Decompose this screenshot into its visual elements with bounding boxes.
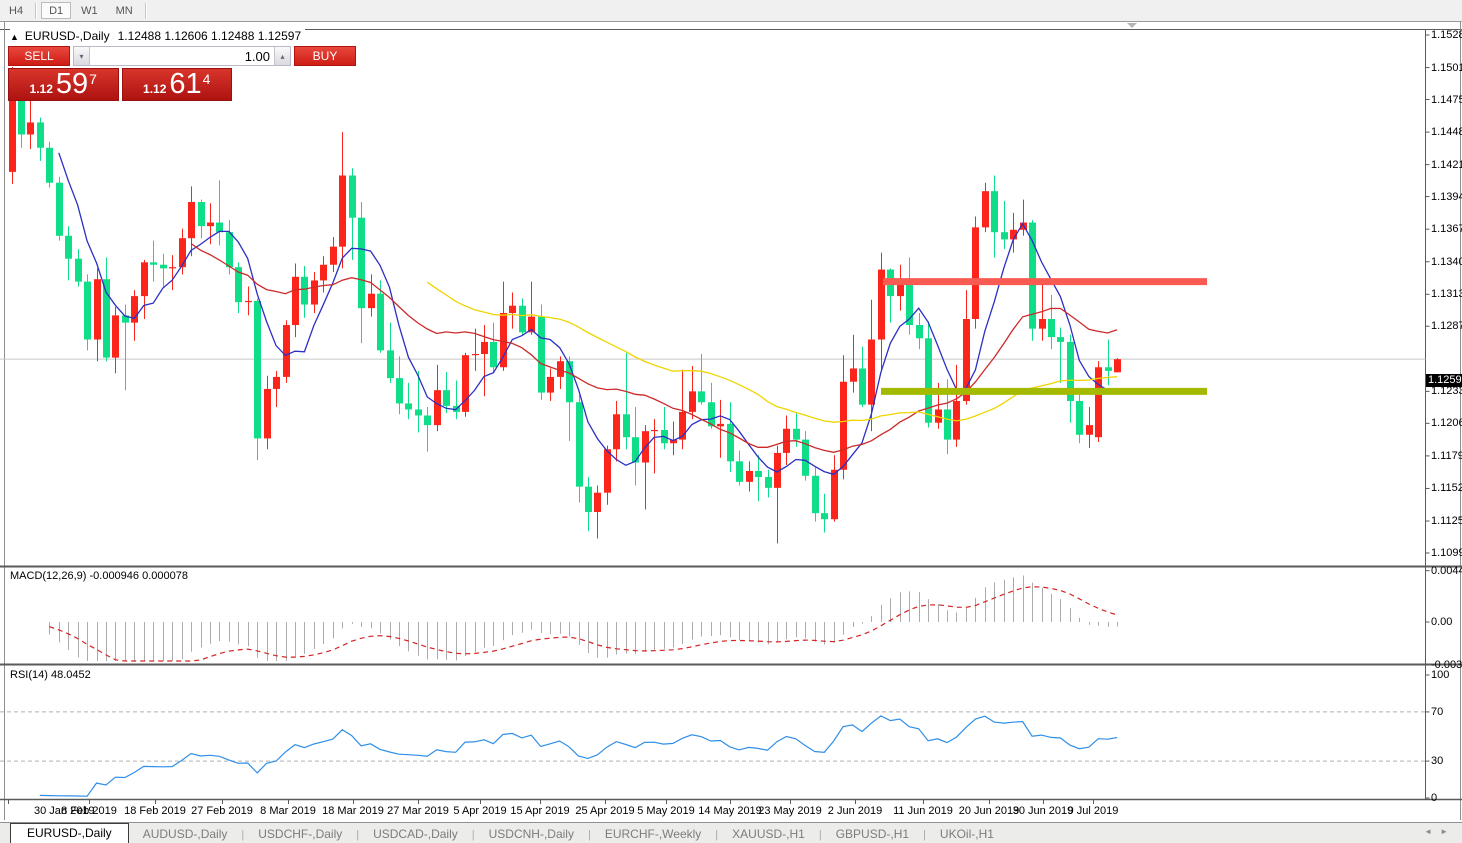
price-tick-label: 1.13675 — [1431, 223, 1462, 235]
tab-scroll-arrows: ◄► — [1424, 827, 1456, 836]
tab-usdcad-daily[interactable]: USDCAD-,Daily — [359, 825, 472, 843]
collapse-triangle-icon[interactable]: ▲ — [10, 32, 19, 42]
volume-increase-button[interactable]: ▴ — [274, 47, 290, 65]
sell-price-panel[interactable]: 1.12 59 7 — [8, 68, 119, 101]
timeframe-button-w1[interactable]: W1 — [73, 2, 106, 19]
tab-scroll-left-icon[interactable]: ◄ — [1424, 827, 1440, 836]
rsi-tick-label: 70 — [1431, 706, 1443, 718]
sell-button[interactable]: SELL — [8, 46, 70, 66]
chart-title: ▲ EURUSD-,Daily 1.12488 1.12606 1.12488 1.… — [10, 29, 305, 43]
volume-input[interactable] — [90, 47, 274, 65]
tab-usdcnh-daily[interactable]: USDCNH-,Daily — [475, 825, 588, 843]
buy-price-panel[interactable]: 1.12 61 4 — [122, 68, 233, 101]
rsi-value: 48.0452 — [51, 669, 91, 681]
date-tick-label: 27 Feb 2019 — [191, 805, 253, 817]
tab-ukoil-h1[interactable]: UKOil-,H1 — [926, 825, 1008, 843]
toolbar-separator — [145, 3, 147, 19]
rsi-tick-label: 100 — [1431, 669, 1449, 681]
date-tick-label: 23 May 2019 — [758, 805, 822, 817]
date-tick-label: 5 May 2019 — [637, 805, 694, 817]
timeframe-button-d1[interactable]: D1 — [41, 2, 71, 19]
trade-prices-row: 1.12 59 7 1.12 61 4 — [8, 68, 232, 101]
price-tick-label: 1.12870 — [1431, 320, 1462, 332]
date-tick-label: 18 Mar 2019 — [322, 805, 384, 817]
chart-ohlc-values: 1.12488 1.12606 1.12488 1.12597 — [118, 29, 302, 43]
date-tick-label: 25 Apr 2019 — [575, 805, 634, 817]
timeframe-toolbar: H4 D1W1MN — [0, 0, 1462, 22]
sell-price-prefix: 1.12 — [30, 82, 53, 96]
date-tick-label: 15 Apr 2019 — [510, 805, 569, 817]
price-tick-label: 1.15285 — [1431, 29, 1462, 41]
chart-window: ▲ EURUSD-,Daily 1.12488 1.12606 1.12488 1.… — [0, 22, 1462, 821]
price-tick-label: 1.12065 — [1431, 417, 1462, 429]
date-tick-label: 20 Jun 2019 — [959, 805, 1020, 817]
buy-price-prefix: 1.12 — [143, 82, 166, 96]
date-tick-label: 2 Jun 2019 — [828, 805, 882, 817]
tab-gbpusd-h1[interactable]: GBPUSD-,H1 — [822, 825, 923, 843]
chart-symbol-label: EURUSD-,Daily — [25, 29, 110, 43]
buy-price-pip: 4 — [203, 71, 211, 87]
price-tick-label: 1.10990 — [1431, 547, 1462, 559]
macd-tick-label: 0.00 — [1431, 616, 1452, 628]
buy-price-big: 61 — [169, 68, 201, 101]
date-tick-label: 8 Mar 2019 — [260, 805, 316, 817]
macd-tick-label: 0.004465 — [1431, 565, 1462, 577]
chart-canvas[interactable] — [0, 22, 1462, 821]
one-click-trading-panel: SELL ▾ ▴ BUY 1.12 59 7 1.12 61 4 — [8, 46, 232, 101]
price-tick-label: 1.11255 — [1431, 515, 1462, 527]
rsi-header: RSI(14) 48.0452 — [10, 669, 91, 681]
price-tick-label: 1.13135 — [1431, 288, 1462, 300]
date-tick-label: 18 Feb 2019 — [124, 805, 186, 817]
price-tick-label: 1.11795 — [1431, 450, 1462, 462]
price-tick-label: 1.15015 — [1431, 62, 1462, 74]
chart-tab-bar: EURUSD-,DailyAUDUSD-,Daily|USDCHF-,Daily… — [0, 822, 1462, 843]
date-tick-label: 30 Jun 2019 — [1013, 805, 1074, 817]
tab-audusd-daily[interactable]: AUDUSD-,Daily — [129, 825, 242, 843]
volume-decrease-button[interactable]: ▾ — [74, 47, 90, 65]
price-tick-label: 1.13405 — [1431, 256, 1462, 268]
date-tick-label: 14 May 2019 — [698, 805, 762, 817]
macd-header: MACD(12,26,9) -0.000946 0.000078 — [10, 570, 188, 582]
timeframe-button-mn[interactable]: MN — [108, 2, 141, 19]
date-tick-label: 8 Feb 2019 — [61, 805, 117, 817]
macd-values: -0.000946 0.000078 — [89, 570, 187, 582]
mt4-window: H4 D1W1MN ▲ EURUSD-,Daily 1.12488 1.12606 1… — [0, 0, 1462, 843]
date-tick-label: 9 Jul 2019 — [1068, 805, 1119, 817]
timeframe-button-h4[interactable]: H4 — [1, 2, 31, 19]
tab-eurchf-weekly[interactable]: EURCHF-,Weekly — [591, 825, 715, 843]
rsi-tick-label: 30 — [1431, 755, 1443, 767]
date-tick-label: 5 Apr 2019 — [453, 805, 506, 817]
price-tick-label: 1.14750 — [1431, 94, 1462, 106]
volume-stepper: ▾ ▴ — [73, 46, 291, 66]
sell-price-pip: 7 — [89, 71, 97, 87]
current-price-badge: 1.12597 — [1426, 374, 1462, 387]
trade-buttons-row: SELL ▾ ▴ BUY — [8, 46, 232, 66]
price-tick-label: 1.14480 — [1431, 126, 1462, 138]
toolbar-separator — [35, 3, 37, 19]
rsi-tick-label: 0 — [1431, 792, 1437, 804]
tab-xauusd-h1[interactable]: XAUUSD-,H1 — [718, 825, 819, 843]
rsi-label: RSI(14) — [10, 669, 48, 681]
tab-scroll-right-icon[interactable]: ► — [1440, 827, 1456, 836]
buy-button[interactable]: BUY — [294, 46, 356, 66]
price-tick-label: 1.13945 — [1431, 191, 1462, 203]
macd-label: MACD(12,26,9) — [10, 570, 86, 582]
date-tick-label: 11 Jun 2019 — [893, 805, 953, 817]
sell-price-big: 59 — [56, 68, 88, 101]
price-tick-label: 1.14210 — [1431, 159, 1462, 171]
price-tick-label: 1.11525 — [1431, 482, 1462, 494]
tab-usdchf-daily[interactable]: USDCHF-,Daily — [244, 825, 356, 843]
tab-eurusd-daily[interactable]: EURUSD-,Daily — [10, 823, 129, 843]
date-tick-label: 27 Mar 2019 — [387, 805, 449, 817]
